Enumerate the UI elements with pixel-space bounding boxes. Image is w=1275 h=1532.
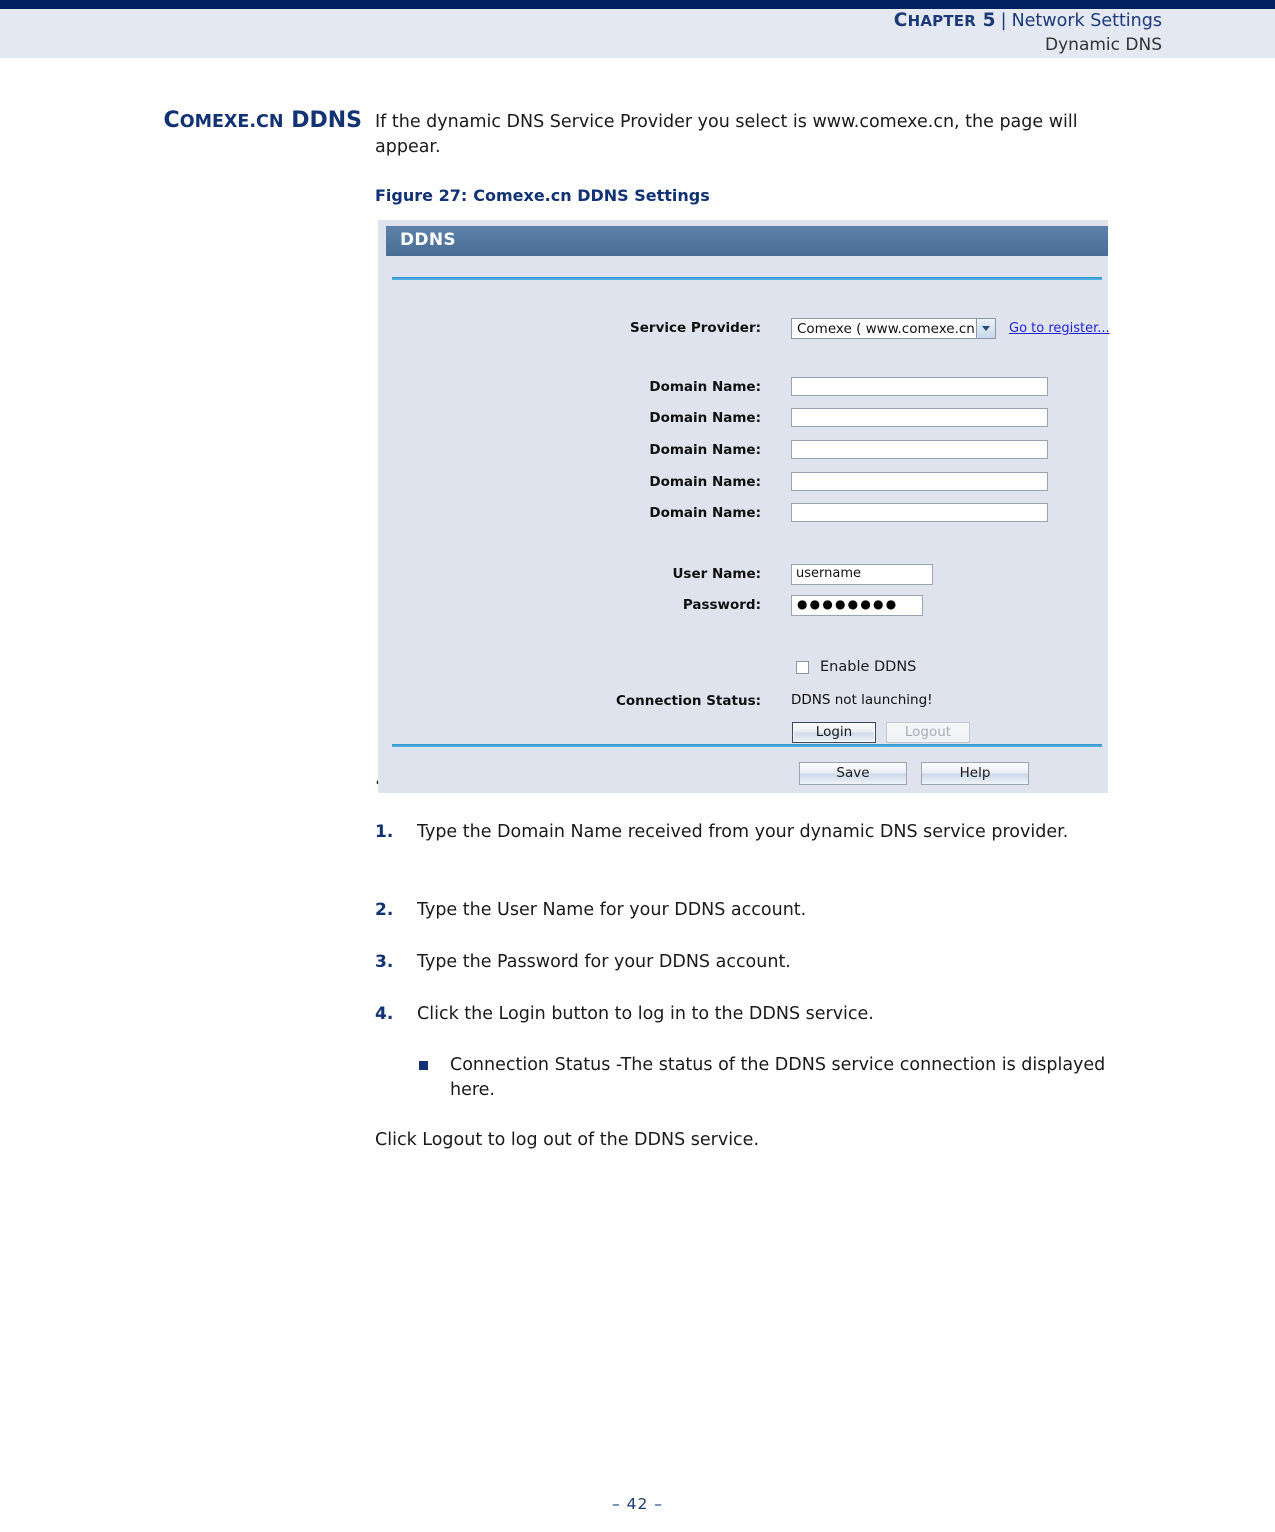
connection-status-label: Connection Status:: [615, 693, 761, 709]
header-separator: |: [1000, 11, 1007, 31]
row-connection-status: Connection Status: DDNS not launching!: [386, 691, 1108, 713]
step-3-text: Type the Password for your DDNS account.: [417, 952, 791, 972]
row-domain-name-1: Domain Name:: [386, 377, 1108, 399]
divider-top: [392, 277, 1102, 280]
page-footer: – 42 –: [611, 1495, 664, 1513]
save-button[interactable]: Save: [799, 762, 907, 785]
go-to-register-link[interactable]: Go to register...: [1009, 321, 1110, 336]
row-service-provider: Service Provider: Comexe ( www.comexe.cn…: [386, 318, 1110, 340]
header-line-chapter: CHAPTER 5 | Network Settings: [462, 9, 1162, 33]
step-1: 1. Type the Domain Name received from yo…: [375, 820, 1135, 845]
page-header: CHAPTER 5 | Network Settings Dynamic DNS: [462, 9, 1162, 56]
step-3: 3. Type the Password for your DDNS accou…: [375, 950, 1135, 975]
domain-name-label-1: Domain Name:: [649, 379, 761, 395]
login-button[interactable]: Login: [792, 722, 876, 743]
user-name-input[interactable]: username: [791, 564, 933, 585]
figure-caption: Figure 27: Comexe.cn DDNS Settings: [375, 186, 710, 205]
service-provider-select[interactable]: Comexe ( www.comexe.cn ): [791, 318, 996, 339]
bullet-connection-status-text: Connection Status -The status of the DDN…: [450, 1055, 1106, 1100]
row-password: Password: ●●●●●●●●: [386, 595, 1108, 617]
row-domain-name-4: Domain Name:: [386, 472, 1108, 494]
step-2: 2. Type the User Name for your DDNS acco…: [375, 898, 1135, 923]
step-1-text: Type the Domain Name received from your …: [417, 822, 1069, 842]
intro-paragraph: If the dynamic DNS Service Provider you …: [375, 112, 1078, 157]
password-label: Password:: [682, 597, 761, 613]
row-domain-name-3: Domain Name:: [386, 440, 1108, 462]
step-3-number: 3.: [375, 952, 394, 972]
ddns-panel-title: DDNS: [400, 230, 456, 250]
row-domain-name-2: Domain Name:: [386, 408, 1108, 430]
step-4-text: Click the Login button to log in to the …: [417, 1004, 874, 1024]
password-input[interactable]: ●●●●●●●●: [791, 595, 923, 616]
side-heading-tld: CN: [256, 112, 284, 132]
step-4: 4. Click the Login button to log in to t…: [375, 1002, 1135, 1027]
domain-name-input-1[interactable]: [791, 377, 1048, 396]
domain-name-label-5: Domain Name:: [649, 505, 761, 521]
row-login-logout: Login Logout: [386, 722, 1108, 744]
bullet-square-icon: [419, 1061, 428, 1070]
step-4-number: 4.: [375, 1004, 394, 1024]
logout-button[interactable]: Logout: [886, 722, 970, 743]
enable-ddns-label: Enable DDNS: [820, 659, 917, 675]
header-chapter-label: CHAPTER 5: [893, 10, 996, 31]
row-domain-name-5: Domain Name:: [386, 503, 1108, 525]
domain-name-input-4[interactable]: [791, 472, 1048, 491]
step-1-number: 1.: [375, 822, 394, 842]
service-provider-value: Comexe ( www.comexe.cn ): [797, 321, 985, 337]
help-button[interactable]: Help: [921, 762, 1029, 785]
bullet-connection-status: Connection Status -The status of the DDN…: [375, 1053, 1135, 1103]
section-side-heading: COMEXE.CN DDNS: [0, 108, 362, 133]
password-value: ●●●●●●●●: [797, 597, 899, 611]
chevron-down-icon[interactable]: [976, 319, 995, 338]
domain-name-label-3: Domain Name:: [649, 442, 761, 458]
side-heading-ddns: DDNS: [283, 108, 362, 133]
step-2-text: Type the User Name for your DDNS account…: [417, 900, 807, 920]
service-provider-label: Service Provider:: [630, 320, 761, 336]
divider-bottom: [392, 744, 1102, 747]
header-section: Network Settings: [1011, 11, 1162, 31]
domain-name-input-5[interactable]: [791, 503, 1048, 522]
header-navy-strip: [0, 0, 1275, 9]
user-name-label: User Name:: [672, 566, 761, 582]
tail-paragraph: Click Logout to log out of the DDNS serv…: [375, 1130, 760, 1150]
connection-status-value: DDNS not launching!: [791, 692, 933, 708]
domain-name-label-2: Domain Name:: [649, 410, 761, 426]
figure-caption-number: Figure 27:: [375, 186, 468, 205]
figure-caption-title: Comexe.cn DDNS Settings: [473, 186, 710, 205]
step-2-number: 2.: [375, 900, 394, 920]
ddns-settings-screenshot: DDNS Service Provider: Comexe ( www.come…: [378, 220, 1110, 793]
domain-name-input-3[interactable]: [791, 440, 1048, 459]
side-heading-small: OMEXE: [179, 112, 250, 132]
domain-name-input-2[interactable]: [791, 408, 1048, 427]
row-user-name: User Name: username: [386, 564, 1108, 586]
enable-ddns-checkbox[interactable]: [796, 661, 809, 674]
domain-name-label-4: Domain Name:: [649, 474, 761, 490]
ddns-panel-body: Service Provider: Comexe ( www.comexe.cn…: [386, 256, 1110, 793]
row-enable-ddns: Enable DDNS: [386, 659, 1108, 681]
user-name-value: username: [796, 566, 861, 581]
row-save-help: Save Help: [386, 762, 1108, 785]
ddns-panel-titlebar: DDNS: [386, 226, 1108, 256]
header-subsection: Dynamic DNS: [1045, 35, 1162, 56]
side-heading-cap: C: [163, 108, 180, 133]
